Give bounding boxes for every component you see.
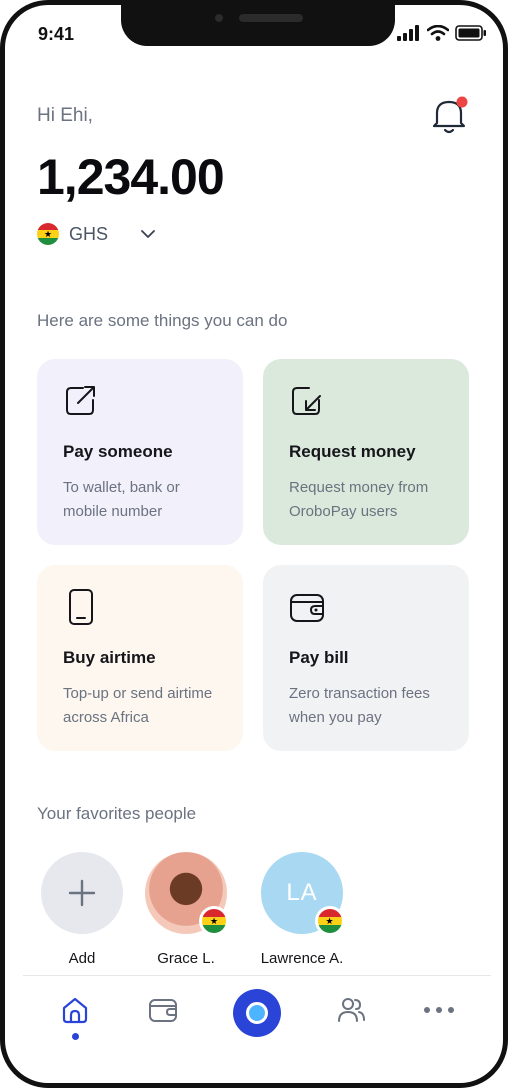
active-indicator (71, 1033, 79, 1040)
card-description: To wallet, bank or mobile number (63, 479, 180, 520)
speaker (239, 14, 303, 22)
phone-icon (69, 589, 93, 625)
currency-code: GHS (69, 223, 109, 244)
wifi-icon (427, 25, 449, 41)
buy-airtime-card[interactable]: Buy airtime Top-up or send airtime acros… (37, 565, 243, 751)
person-name: Grace L. (157, 950, 215, 967)
actions-section-title: Here are some things you can do (37, 311, 288, 330)
receive-arrow-icon (292, 387, 321, 415)
people-icon (338, 998, 365, 1022)
wallet-icon (290, 594, 324, 622)
request-money-card[interactable]: Request money Request money from OroboPa… (263, 359, 469, 545)
tab-scan[interactable] (233, 989, 281, 1037)
ghana-flag-icon: ★ (318, 909, 342, 933)
person-name: Add (68, 950, 96, 967)
person-name: Lawrence A. (260, 950, 344, 967)
chevron-down-icon (141, 230, 155, 238)
front-camera (215, 14, 223, 22)
card-title: Pay someone (63, 442, 173, 461)
favorite-person[interactable]: ★ Grace L. (131, 852, 241, 967)
more-icon (424, 1007, 454, 1013)
card-title: Pay bill (289, 648, 349, 667)
phone-frame: 9:41 Hi Ehi, 1,234.00 ★ GHS Here are som… (0, 0, 508, 1088)
card-title: Request money (289, 442, 416, 461)
card-title: Buy airtime (63, 648, 156, 667)
greeting: Hi Ehi, (37, 105, 93, 126)
notification-bell-icon[interactable] (429, 93, 469, 137)
status-icons (397, 25, 487, 41)
tab-bar (5, 989, 503, 1055)
flag-badge: ★ (199, 906, 229, 936)
tab-more[interactable] (417, 995, 461, 1045)
battery-icon (455, 25, 486, 41)
card-description: Zero transaction fees when you pay (289, 685, 430, 726)
card-description: Top-up or send airtime across Africa (63, 685, 213, 726)
scan-button (233, 989, 281, 1037)
scan-icon (246, 1002, 268, 1024)
tabbar-divider (23, 975, 491, 976)
signal-icon (397, 25, 419, 41)
favorites-section-title: Your favorites people (37, 804, 197, 823)
tab-home[interactable] (53, 995, 97, 1045)
flag-badge: ★ (315, 906, 345, 936)
currency-selector[interactable]: ★ GHS (37, 223, 156, 245)
balance-amount: 1,234.00 (37, 149, 225, 205)
pay-someone-card[interactable]: Pay someone To wallet, bank or mobile nu… (37, 359, 243, 545)
ghana-flag-icon: ★ (202, 909, 226, 933)
notch (121, 5, 395, 46)
add-favorite-button[interactable]: Add (27, 852, 137, 967)
ghana-flag-icon: ★ (37, 223, 59, 245)
avatar-initials: LA (286, 879, 318, 906)
plus-icon (68, 879, 96, 907)
avatar: LA ★ (261, 852, 345, 936)
status-time: 9:41 (38, 24, 75, 44)
avatar: ★ (145, 852, 229, 936)
home-icon (62, 997, 88, 1024)
wallet-icon (149, 999, 177, 1022)
card-description: Request money from OroboPay users (289, 479, 429, 520)
favorite-person[interactable]: LA ★ Lawrence A. (247, 852, 357, 967)
tab-wallet[interactable] (141, 995, 185, 1045)
tab-people[interactable] (329, 995, 373, 1045)
pay-bill-card[interactable]: Pay bill Zero transaction fees when you … (263, 565, 469, 751)
add-avatar (41, 852, 123, 934)
send-arrow-icon (66, 386, 95, 415)
